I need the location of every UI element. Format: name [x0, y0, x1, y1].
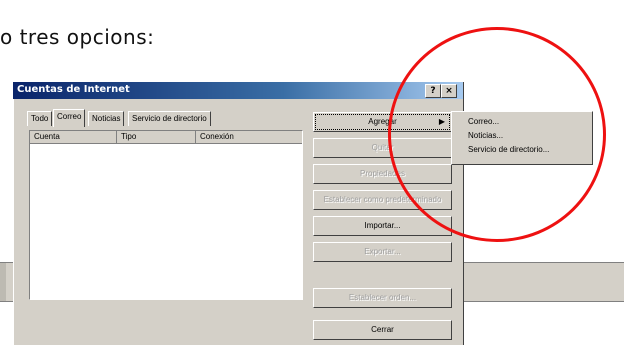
agregar-label: Agregar	[368, 117, 397, 126]
tab-todo[interactable]: Todo	[27, 111, 53, 126]
menu-item-correo[interactable]: Correo...	[468, 117, 499, 126]
agregar-button[interactable]: Agregar ▶	[313, 112, 452, 132]
title-bar: Cuentas de Internet ? ×	[13, 82, 463, 99]
help-button[interactable]: ?	[425, 84, 441, 98]
accounts-list[interactable]: Cuenta Tipo Conexión	[29, 130, 303, 300]
dialog-title: Cuentas de Internet	[17, 84, 130, 95]
tab-servicio-directorio[interactable]: Servicio de directorio	[128, 111, 211, 126]
background-window-edge	[0, 263, 6, 301]
column-header-conexion[interactable]: Conexión	[196, 131, 301, 143]
close-button[interactable]: ×	[441, 84, 457, 98]
internet-accounts-dialog: Cuentas de Internet ? × Todo Correo Noti…	[13, 82, 464, 345]
set-order-button[interactable]: Establecer orden...	[313, 288, 452, 308]
menu-item-servicio-directorio[interactable]: Servicio de directorio...	[468, 145, 549, 154]
tab-correo[interactable]: Correo	[53, 109, 86, 127]
submenu-arrow-icon: ▶	[438, 117, 445, 126]
set-default-button[interactable]: Establecer como predeterminado	[313, 190, 452, 210]
agregar-submenu: Correo... Noticias... Servicio de direct…	[451, 111, 593, 165]
quitar-button[interactable]: Quitar	[313, 138, 452, 158]
exportar-button[interactable]: Exportar...	[313, 242, 452, 262]
menu-item-noticias[interactable]: Noticias...	[468, 131, 503, 140]
caption-text: o tres opcions:	[0, 25, 155, 49]
column-header-cuenta[interactable]: Cuenta	[30, 131, 117, 143]
importar-button[interactable]: Importar...	[313, 216, 452, 236]
tab-noticias[interactable]: Noticias	[88, 111, 125, 126]
cerrar-button[interactable]: Cerrar	[313, 320, 452, 340]
column-header-tipo[interactable]: Tipo	[117, 131, 196, 143]
propiedades-button[interactable]: Propiedades	[313, 164, 452, 184]
list-header: Cuenta Tipo Conexión	[30, 131, 302, 144]
